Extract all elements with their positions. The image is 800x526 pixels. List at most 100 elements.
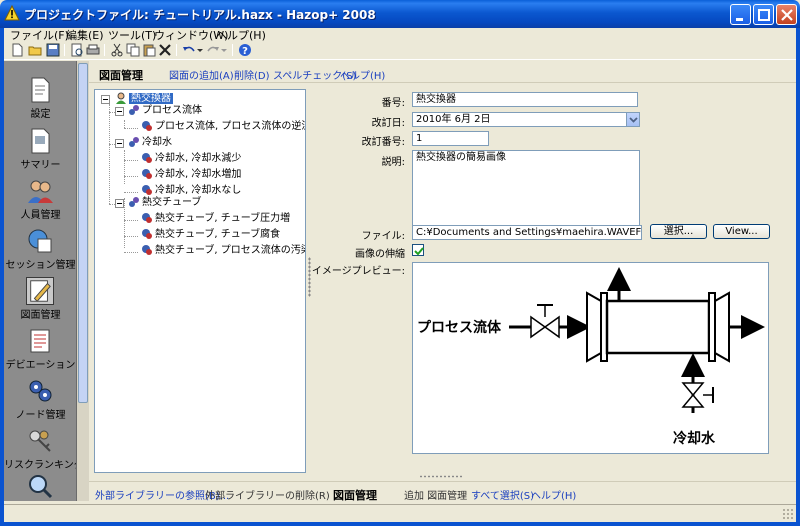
tree-node-group[interactable]: 熱交チューブ [128,196,201,210]
deviation-node-icon [142,121,152,131]
nav-label: ノード管理 [15,410,66,421]
delete-x-icon[interactable] [158,43,172,57]
image-stretch-checkbox[interactable] [412,244,424,256]
tree-collapse-root[interactable] [101,95,110,104]
cooling-water-label: 冷却水 [673,430,716,447]
resize-grip[interactable] [782,508,794,520]
redo-icon[interactable] [206,43,220,57]
bottom-section-title: 図面管理 [333,489,377,502]
print-preview-icon[interactable] [70,43,84,57]
tree-node-group[interactable]: 冷却水 [128,136,172,150]
person-node-icon [116,92,126,104]
bottom-help-link[interactable]: ヘルプ(H) [531,487,576,502]
nav-item-nodes[interactable]: ノード管理 [4,374,76,424]
number-label: 番号: [381,98,405,109]
panel-header: 図面管理 図面の追加(A) 削除(D) スペルチェック(S) ヘルプ(H) [89,61,796,83]
nav-scrollbar-thumb[interactable] [78,63,88,403]
close-icon [781,9,793,21]
tree-node-item[interactable]: 熱交チューブ, チューブ圧力増 [141,212,290,226]
session-icon [28,229,52,253]
nav-scrollbar[interactable] [77,61,89,501]
tree-collapse-group[interactable] [115,107,124,116]
node-group-icon [129,105,139,115]
deviation-node-icon [142,185,152,195]
heat-exchanger-diagram: プロセス流体 冷却水 [417,267,765,447]
summary-document-icon [31,128,50,154]
valve-icon [530,315,547,339]
nav-item-session[interactable]: セッション管理 [4,224,76,274]
new-file-icon[interactable] [10,43,24,57]
horizontal-splitter[interactable] [419,475,464,478]
copy-icon[interactable] [126,43,140,57]
description-textarea[interactable]: 熱交換器の簡易画像 [412,150,640,236]
nav-item-drawings[interactable]: 図面管理 [4,274,76,324]
menu-tools[interactable]: ツール(T) [108,27,156,43]
date-dropdown-button[interactable] [626,113,639,126]
title-bar: プロジェクトファイル: チュートリアル.hazx - Hazop+ 2008 [0,0,800,28]
nav-label: 図面管理 [20,310,61,321]
nav-item-people[interactable]: 人員管理 [4,174,76,224]
revision-number-label: 改訂番号: [361,137,405,148]
menu-file[interactable]: ファイル(F) [10,27,69,43]
tree-node-item[interactable]: 冷却水, 冷却水増加 [141,168,241,182]
tree-node-item[interactable]: プロセス流体, プロセス流体の逆流 [141,120,305,134]
svg-text:?: ? [242,46,248,57]
redo-dropdown-icon[interactable] [220,43,228,57]
deviation-node-icon [142,229,152,239]
revision-date-picker[interactable]: 2010年 6月 2日 [412,112,640,127]
deviation-node-icon [142,153,152,163]
nav-item-deviation[interactable]: デビエーション [4,324,76,374]
help-link[interactable]: ヘルプ(H) [340,67,385,82]
nav-item-settings[interactable]: 設定 [4,73,76,123]
menu-help[interactable]: ヘルプ(H) [216,27,266,43]
tree-node-item[interactable]: 熱交チューブ, プロセス流体の汚染 [141,244,305,258]
number-input[interactable]: 熱交換器 [412,92,638,107]
menu-edit[interactable]: 編集(E) [66,27,104,43]
maximize-button[interactable] [753,4,774,25]
description-label: 説明: [381,157,405,168]
image-stretch-label: 画像の伸縮 [355,249,405,260]
tree-collapse-group[interactable] [115,139,124,148]
nav-item-summary[interactable]: サマリー [4,124,76,174]
view-button[interactable]: View... [713,224,770,239]
add-drawing-link[interactable]: 図面の追加(A) [169,67,234,82]
revision-number-input[interactable]: 1 [412,131,489,146]
add-drawing-text[interactable]: 追加 図面管理 [404,487,467,502]
select-file-button[interactable]: 選択... [650,224,707,239]
file-path-input[interactable]: C:¥Documents and Settings¥maehira.WAVEFR… [412,225,642,240]
help-icon[interactable]: ? [238,43,252,57]
close-button[interactable] [776,4,797,25]
tree-node-item[interactable]: 熱交チューブ, チューブ腐食 [141,228,280,242]
delete-link[interactable]: 削除(D) [234,67,270,82]
nav-label: 人員管理 [20,210,61,221]
people-icon [28,180,53,203]
open-folder-icon[interactable] [28,43,42,57]
nav-item-risk[interactable]: リスクランキング管理 [4,424,76,474]
drawing-management-panel: 図面管理 図面の追加(A) 削除(D) スペルチェック(S) ヘルプ(H) 熱交… [89,61,796,502]
file-label: ファイル: [361,231,405,242]
paste-icon[interactable] [142,43,156,57]
revision-date-label: 改訂日: [371,118,405,129]
undo-dropdown-icon[interactable] [196,43,204,57]
deviation-node-icon [142,245,152,255]
nav-item-search[interactable] [4,469,76,501]
chevron-down-icon [629,117,638,123]
cut-scissors-icon[interactable] [110,43,124,57]
minimize-icon [736,18,743,21]
select-all-link[interactable]: すべて選択(S) [471,487,534,502]
status-bar [4,504,796,522]
tree-collapse-group[interactable] [115,199,124,208]
minimize-button[interactable] [730,4,751,25]
node-group-icon [129,197,139,207]
nav-label: サマリー [20,160,61,171]
undo-icon[interactable] [182,43,196,57]
drawing-tree[interactable]: 熱交換器 プロセス流体 プロセス流体, プロセス流体の逆流 冷却水 冷却水, 冷… [94,89,306,473]
remove-external-library-link[interactable]: 外部ライブラリーの削除(R) [205,487,330,502]
deviation-node-icon [142,169,152,179]
print-icon[interactable] [86,43,100,57]
node-gears-icon [29,380,52,402]
tree-node-group[interactable]: プロセス流体 [128,104,202,118]
save-disk-icon[interactable] [46,43,60,57]
process-fluid-label: プロセス流体 [417,319,502,336]
tree-node-item[interactable]: 冷却水, 冷却水減少 [141,152,241,166]
